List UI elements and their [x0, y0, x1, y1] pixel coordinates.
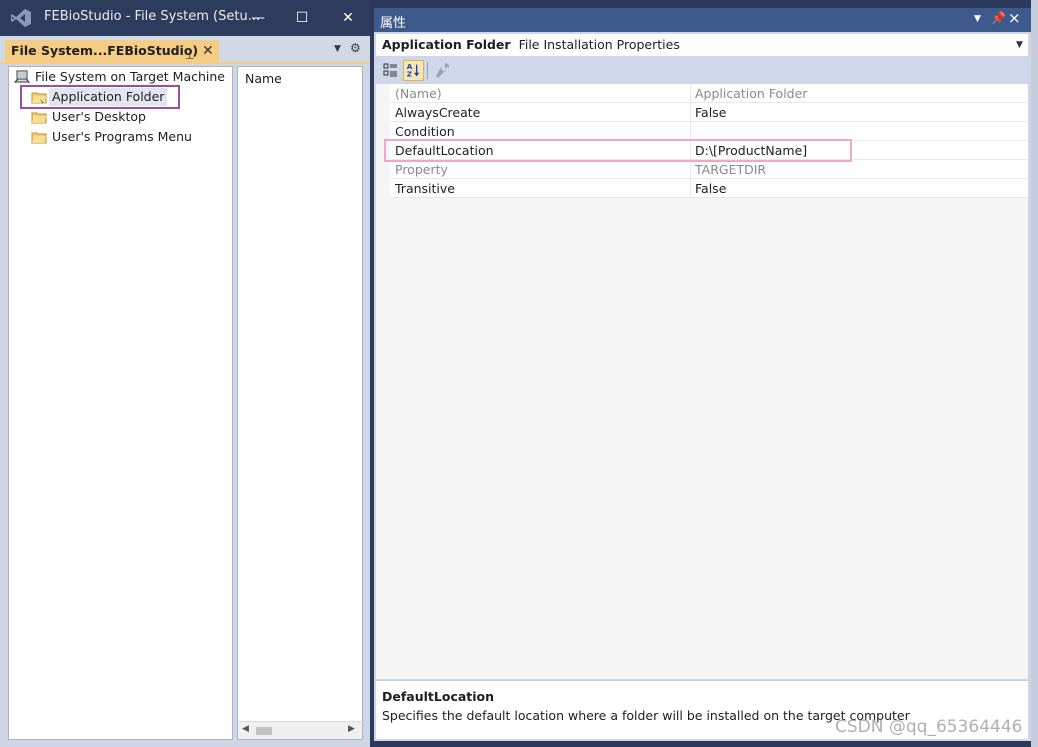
property-value: Application Folder	[695, 86, 808, 101]
close-button[interactable]: ✕	[328, 4, 368, 32]
title-bar[interactable]: FEBioStudio - File System (Setu... — ☐ ✕	[0, 0, 370, 36]
computer-icon	[14, 70, 30, 83]
categorized-icon[interactable]	[380, 60, 401, 81]
chevron-down-icon[interactable]: ▼	[1016, 34, 1023, 56]
property-row-transitive[interactable]: Transitive False	[390, 179, 1028, 198]
tab-label: File System...FEBioStudio)	[11, 43, 199, 58]
column-separator	[690, 160, 691, 179]
folder-icon	[31, 112, 47, 124]
pin-icon[interactable]: 📌	[991, 11, 1006, 25]
scrollbar-thumb[interactable]	[256, 727, 272, 735]
property-value: TARGETDIR	[695, 162, 767, 177]
property-value[interactable]: False	[695, 181, 726, 196]
scroll-right-icon[interactable]: ▶	[348, 724, 355, 734]
property-row-property[interactable]: Property TARGETDIR	[390, 160, 1028, 179]
description-text: Specifies the default location where a f…	[382, 708, 910, 723]
property-name: Condition	[395, 124, 455, 139]
tree-item-label: Application Folder	[49, 88, 168, 106]
tree-item-users-programs-menu[interactable]: User's Programs Menu	[31, 128, 211, 146]
file-system-tree: File System on Target Machine Applicatio…	[8, 66, 233, 740]
toolbar-separator	[427, 62, 428, 79]
selected-object-name: Application Folder	[382, 37, 511, 52]
maximize-button[interactable]: ☐	[282, 4, 322, 32]
property-pages-wrench-icon[interactable]	[432, 60, 453, 81]
column-separator	[690, 84, 691, 103]
tree-item-application-folder[interactable]: Application Folder	[31, 88, 181, 106]
property-name: Transitive	[395, 181, 455, 196]
pin-icon[interactable]: ⊥	[185, 45, 195, 64]
minimize-button[interactable]: —	[238, 4, 278, 32]
dropdown-arrow-icon[interactable]: ▼	[974, 14, 981, 24]
gear-icon[interactable]: ⚙	[350, 41, 361, 55]
property-name: (Name)	[395, 86, 442, 101]
properties-window: 属性 ▼ 📌 × Application Folder File Install…	[374, 8, 1031, 741]
properties-toolbar: A Z	[376, 58, 1028, 83]
tree-item-label: User's Desktop	[52, 109, 146, 124]
description-title: DefaultLocation	[382, 689, 495, 704]
folder-icon	[31, 92, 47, 104]
properties-title: 属性	[380, 16, 407, 31]
properties-title-bar[interactable]: 属性 ▼ 📌 ×	[374, 8, 1031, 32]
window-title: FEBioStudio - File System (Setu...	[44, 9, 261, 24]
column-separator	[690, 103, 691, 122]
tree-item-label: File System on Target Machine	[35, 69, 225, 84]
svg-text:Z: Z	[407, 69, 412, 78]
property-row-alwayscreate[interactable]: AlwaysCreate False	[390, 103, 1028, 122]
folder-contents-list: Name ◀ ▶	[237, 66, 363, 740]
property-row-name[interactable]: (Name) Application Folder	[390, 84, 1028, 103]
property-name: AlwaysCreate	[395, 105, 481, 120]
folder-icon	[31, 132, 47, 144]
tree-item-users-desktop[interactable]: User's Desktop	[31, 108, 181, 126]
row-highlight-box	[384, 139, 852, 162]
dropdown-arrow-icon[interactable]: ▼	[334, 44, 341, 54]
tree-item-root[interactable]: File System on Target Machine	[14, 68, 225, 86]
property-grid: (Name) Application Folder AlwaysCreate F…	[376, 84, 1028, 679]
object-selector[interactable]: Application Folder File Installation Pro…	[376, 34, 1028, 56]
file-system-window: FEBioStudio - File System (Setu... — ☐ ✕…	[0, 0, 370, 747]
tab-close-icon[interactable]: ✕	[202, 40, 214, 62]
column-separator	[690, 179, 691, 198]
property-value[interactable]: False	[695, 105, 726, 120]
close-icon[interactable]: ×	[1008, 9, 1021, 27]
tab-file-system[interactable]: File System...FEBioStudio) ⊥ ✕	[5, 40, 219, 64]
document-tab-bar: File System...FEBioStudio) ⊥ ✕ ▼ ⚙	[0, 36, 370, 64]
scroll-left-icon[interactable]: ◀	[242, 724, 249, 734]
window-edge	[1031, 0, 1038, 747]
grid-gutter	[376, 84, 390, 679]
property-name: Property	[395, 162, 448, 177]
column-header-name[interactable]: Name	[245, 71, 282, 86]
horizontal-scrollbar[interactable]: ◀ ▶	[238, 721, 362, 739]
visual-studio-logo-icon	[11, 9, 31, 27]
alphabetical-sort-icon[interactable]: A Z	[403, 60, 424, 81]
watermark: CSDN @qq_65364446	[835, 717, 1023, 737]
tree-item-label: User's Programs Menu	[52, 129, 192, 144]
selected-object-type: File Installation Properties	[518, 37, 680, 52]
